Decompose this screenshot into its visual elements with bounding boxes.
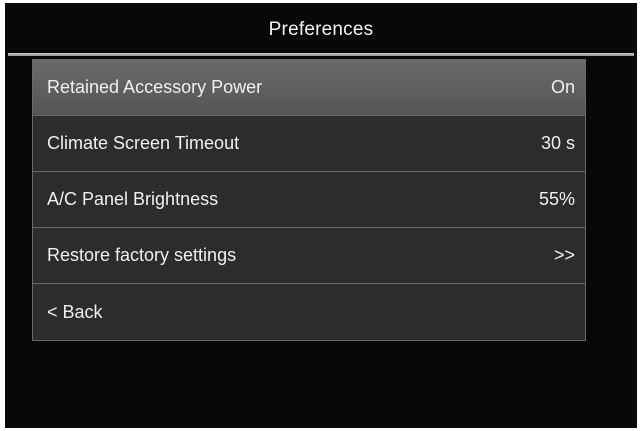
display-screen: Preferences Retained Accessory Power On … (5, 3, 637, 428)
header-divider (8, 53, 634, 56)
menu-item-restore-factory-settings[interactable]: Restore factory settings >> (33, 228, 585, 284)
screen-header: Preferences (5, 3, 637, 53)
menu-item-value: 55% (538, 189, 575, 209)
menu-item-value: 30 s (540, 133, 575, 153)
menu-item-value: >> (553, 245, 575, 265)
menu-item-retained-accessory-power[interactable]: Retained Accessory Power On (33, 60, 585, 116)
menu-item-label: Retained Accessory Power (47, 77, 263, 97)
page-title: Preferences (268, 19, 374, 40)
menu-item-label: Climate Screen Timeout (47, 133, 240, 153)
menu-item-label: < Back (47, 301, 103, 322)
menu-item-back[interactable]: < Back (33, 284, 585, 340)
menu-item-ac-panel-brightness[interactable]: A/C Panel Brightness 55% (33, 172, 585, 228)
menu-item-climate-screen-timeout[interactable]: Climate Screen Timeout 30 s (33, 116, 585, 172)
menu-item-label: A/C Panel Brightness (47, 189, 219, 209)
menu-item-value: On (550, 77, 575, 97)
preferences-menu: Retained Accessory Power On Climate Scre… (32, 59, 586, 341)
menu-item-label: Restore factory settings (47, 245, 237, 265)
